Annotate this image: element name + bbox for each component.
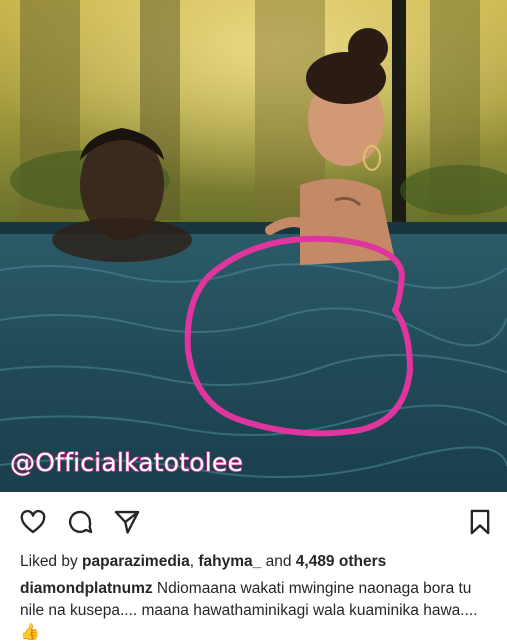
likes-and: and	[265, 553, 292, 570]
watermark-text: @Officialkatotolee	[9, 447, 244, 477]
bookmark-icon[interactable]	[466, 508, 494, 536]
photo-illustration	[0, 0, 507, 492]
likes-separator: ,	[189, 553, 195, 570]
post-actions-bar	[0, 492, 507, 548]
post-photo[interactable]: @Officialkatotolee	[0, 0, 507, 492]
likes-summary[interactable]: Liked by paparazimedia, fahyma_ and 4,48…	[20, 553, 386, 571]
caption-username[interactable]: diamondplatnumz	[20, 580, 153, 597]
likes-prefix: Liked by	[20, 553, 78, 570]
send-icon[interactable]	[113, 508, 141, 536]
post-caption: diamondplatnumz Ndiomaana wakati mwingin…	[20, 578, 490, 644]
liker-username-2[interactable]: fahyma_	[198, 553, 261, 570]
thumbs-up-emoji: 👍	[20, 624, 40, 641]
heart-icon[interactable]	[19, 508, 47, 536]
liker-username-1[interactable]: paparazimedia	[82, 553, 190, 570]
comment-icon[interactable]	[66, 508, 94, 536]
likes-count[interactable]: 4,489 others	[296, 553, 386, 570]
